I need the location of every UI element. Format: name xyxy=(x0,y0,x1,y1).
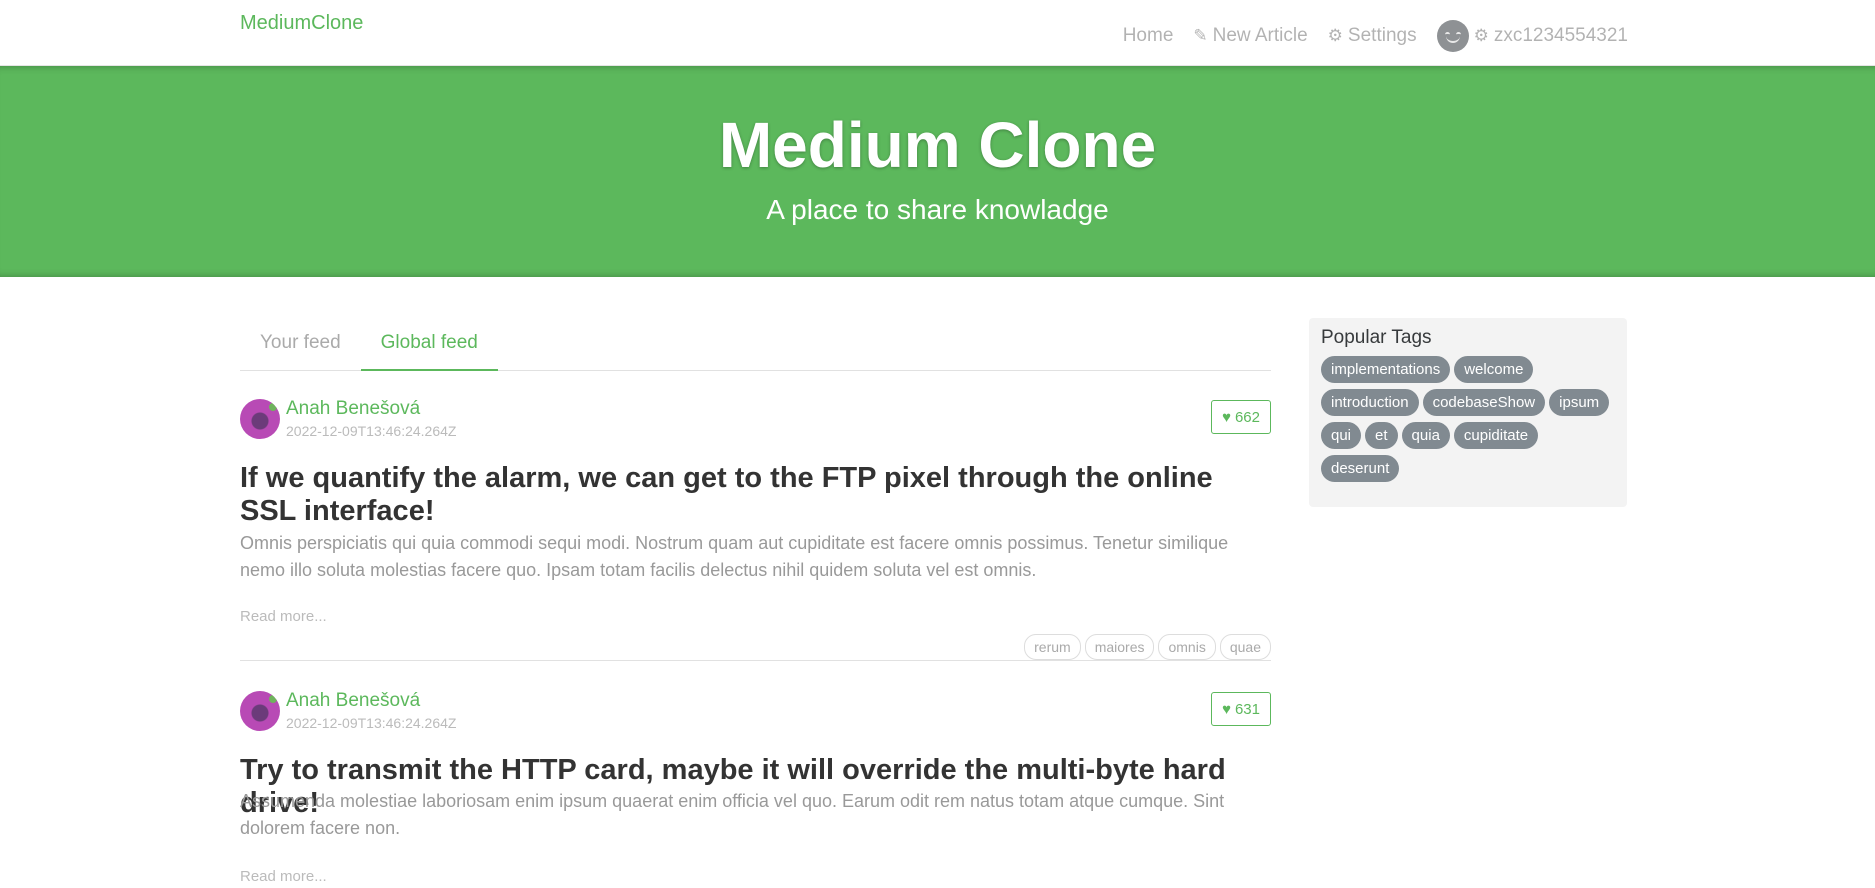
nav-new-article-link[interactable]: ✎ New Article xyxy=(1193,25,1307,47)
article-description: Assumenda molestiae laboriosam enim ipsu… xyxy=(240,791,1225,838)
tag-pill[interactable]: cupiditate xyxy=(1453,422,1539,449)
tag-list: implementations welcome introduction cod… xyxy=(1321,356,1615,482)
nav-profile-link[interactable]: ⚙ zxc1234554321 xyxy=(1436,20,1628,52)
nav-settings-link[interactable]: ⚙ Settings xyxy=(1328,25,1417,47)
heart-icon: ♥ xyxy=(1222,408,1231,426)
favorite-count: 631 xyxy=(1234,700,1260,718)
author-link[interactable]: Anah Benešová xyxy=(286,690,420,712)
article-tag[interactable]: maiores xyxy=(1084,634,1155,660)
read-more-link[interactable]: Read more... xyxy=(240,608,327,625)
sidebar-title: Popular Tags xyxy=(1321,327,1432,348)
article-tag[interactable]: omnis xyxy=(1158,634,1216,660)
read-more-link[interactable]: Read more... xyxy=(240,868,327,885)
article-meta: Anah Benešová 2022-12-09T13:46:24.264Z ♥… xyxy=(240,396,1271,444)
navbar: MediumClone Home ✎ New Article ⚙ Setting… xyxy=(0,0,1875,66)
tag-pill[interactable]: welcome xyxy=(1454,356,1534,383)
article-date: 2022-12-09T13:46:24.264Z xyxy=(286,423,457,439)
tag-pill[interactable]: qui xyxy=(1321,422,1362,449)
article-tag[interactable]: quae xyxy=(1219,634,1271,660)
article-tag[interactable]: rerum xyxy=(1024,634,1081,660)
tag-pill[interactable]: ipsum xyxy=(1549,389,1610,416)
author-avatar[interactable] xyxy=(240,399,280,439)
banner-subtitle: A place to share knowladge xyxy=(766,194,1109,225)
nav-home-link[interactable]: Home xyxy=(1123,25,1174,47)
tag-pill[interactable]: implementations xyxy=(1321,356,1451,383)
article-tag-list: rerum maiores omnis quae xyxy=(1024,634,1271,660)
feed-tabs: Your feed Global feed xyxy=(240,324,1271,371)
favorite-count: 662 xyxy=(1234,408,1260,426)
article-title[interactable]: If we quantify the alarm, we can get to … xyxy=(240,462,1271,528)
tag-pill[interactable]: quia xyxy=(1401,422,1450,449)
brand-logo[interactable]: MediumClone xyxy=(240,12,363,35)
gear-icon: ⚙ xyxy=(1327,26,1343,45)
nav-home-label: Home xyxy=(1122,25,1174,46)
article-description: Omnis perspiciatis qui quia commodi sequ… xyxy=(240,533,1229,580)
hero-banner: Medium Clone A place to share knowladge xyxy=(0,66,1875,277)
article-preview: Anah Benešová 2022-12-09T13:46:24.264Z ♥… xyxy=(240,396,1271,661)
nav-new-article-label: New Article xyxy=(1212,25,1308,46)
heart-icon: ♥ xyxy=(1222,700,1231,718)
banner-title: Medium Clone xyxy=(718,109,1157,181)
tag-pill[interactable]: introduction xyxy=(1321,389,1419,416)
favorite-button[interactable]: ♥ 662 xyxy=(1211,400,1271,434)
article-meta: Anah Benešová 2022-12-09T13:46:24.264Z ♥… xyxy=(240,688,1271,736)
nav-username: zxc1234554321 xyxy=(1493,25,1628,46)
gear-icon: ⚙ xyxy=(1473,26,1489,45)
tab-global-feed[interactable]: Global feed xyxy=(360,324,498,371)
user-avatar xyxy=(1436,20,1469,52)
nav-links: Home ✎ New Article ⚙ Settings ⚙ zxc12345… xyxy=(1123,20,1628,52)
tab-your-feed[interactable]: Your feed xyxy=(240,324,361,371)
tag-pill[interactable]: et xyxy=(1365,422,1398,449)
article-preview: Anah Benešová 2022-12-09T13:46:24.264Z ♥… xyxy=(240,688,1271,888)
article-date: 2022-12-09T13:46:24.264Z xyxy=(286,715,457,731)
popular-tags-sidebar: Popular Tags implementations welcome int… xyxy=(1309,318,1627,507)
tag-pill[interactable]: codebaseShow xyxy=(1422,389,1546,416)
nav-settings-label: Settings xyxy=(1347,25,1417,46)
author-link[interactable]: Anah Benešová xyxy=(286,398,420,420)
edit-icon: ✎ xyxy=(1193,26,1208,45)
tag-pill[interactable]: deserunt xyxy=(1321,455,1400,482)
favorite-button[interactable]: ♥ 631 xyxy=(1211,692,1271,726)
author-avatar[interactable] xyxy=(240,691,280,731)
